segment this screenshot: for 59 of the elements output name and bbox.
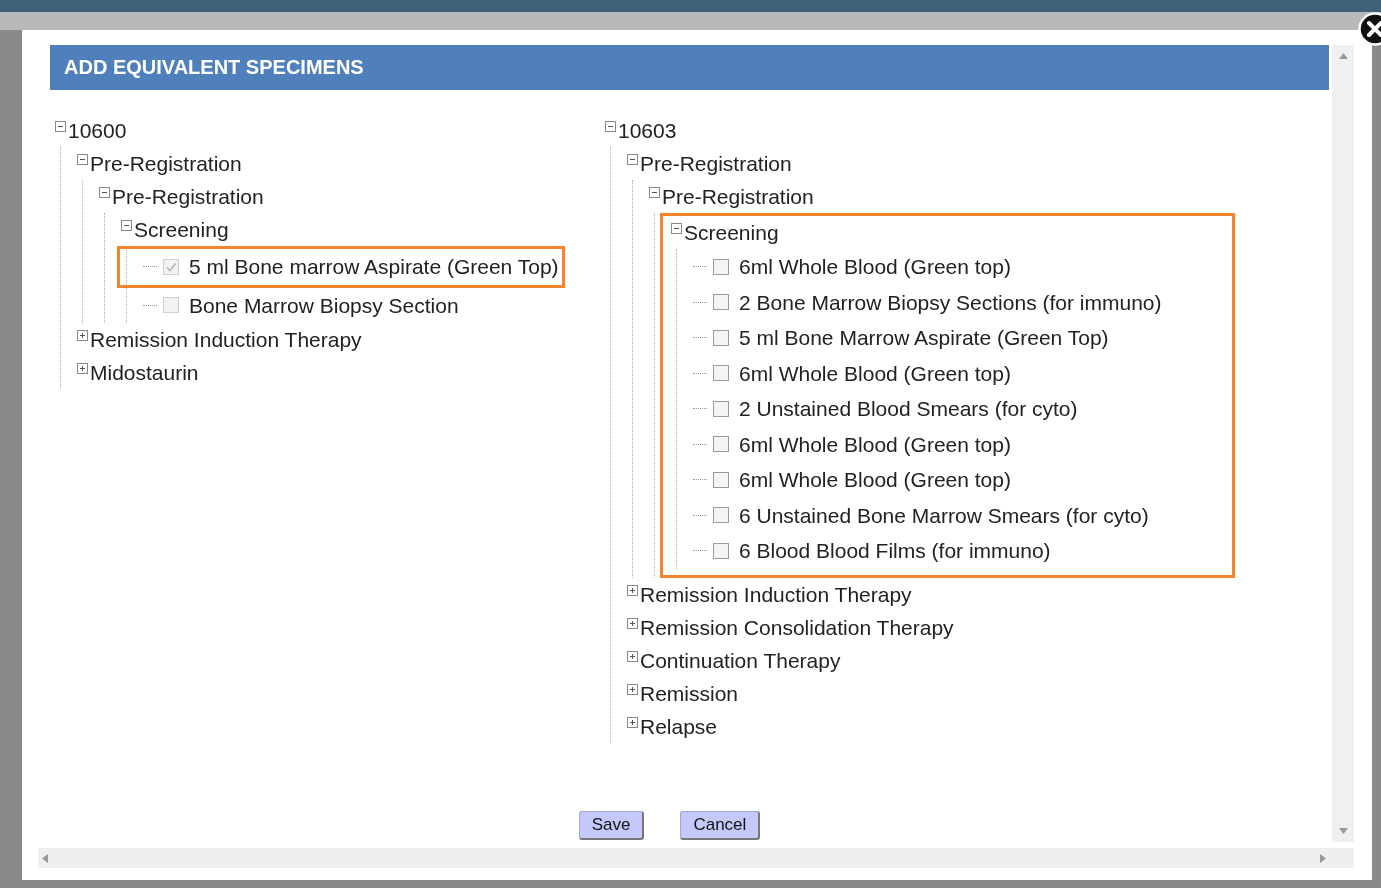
collapse-icon[interactable] xyxy=(649,187,660,198)
dialog-title: ADD EQUIVALENT SPECIMENS xyxy=(50,45,1329,90)
specimen-label: 6ml Whole Blood (Green top) xyxy=(739,256,1011,278)
specimen-label: 2 Unstained Blood Smears (for cyto) xyxy=(739,398,1078,420)
expand-icon[interactable] xyxy=(627,617,638,629)
checkbox[interactable] xyxy=(713,471,729,488)
specimen-label: 6ml Whole Blood (Green top) xyxy=(739,469,1011,491)
checkbox[interactable] xyxy=(713,507,729,524)
tree-node-label[interactable]: Continuation Therapy xyxy=(640,649,841,671)
collapse-icon[interactable] xyxy=(671,223,682,234)
tree-node-label[interactable]: Midostaurin xyxy=(90,362,199,383)
checkbox[interactable] xyxy=(713,400,729,417)
tree-node-label[interactable]: Remission Consolidation Therapy xyxy=(640,616,954,638)
tree-node-label[interactable]: Pre-Registration xyxy=(662,186,814,207)
checkbox[interactable] xyxy=(713,542,729,559)
cancel-button[interactable]: Cancel xyxy=(680,811,761,840)
specimen-label: 6 Blood Blood Films (for immuno) xyxy=(739,540,1051,562)
collapse-icon[interactable] xyxy=(99,187,110,198)
expand-icon[interactable] xyxy=(627,683,638,695)
tree-node-label[interactable]: Remission Induction Therapy xyxy=(640,583,912,605)
tree-node-label[interactable]: Remission Induction Therapy xyxy=(90,329,362,350)
expand-icon[interactable] xyxy=(77,330,88,341)
expand-icon[interactable] xyxy=(627,584,638,596)
collapse-icon[interactable] xyxy=(627,154,638,165)
tree-node-label[interactable]: Pre-Registration xyxy=(112,186,264,207)
tree-node-label[interactable]: Pre-Registration xyxy=(90,153,242,174)
tree-node-label[interactable]: 10600 xyxy=(68,120,127,141)
tree-node-label[interactable]: Remission xyxy=(640,682,739,704)
scroll-left-icon[interactable] xyxy=(42,853,48,863)
specimen-label: 6 Unstained Bone Marrow Smears (for cyto) xyxy=(739,504,1149,526)
checkbox[interactable] xyxy=(713,258,729,275)
specimen-label: Bone Marrow Biopsy Section xyxy=(189,294,459,316)
collapse-icon[interactable] xyxy=(77,154,88,165)
save-button[interactable]: Save xyxy=(578,811,645,840)
expand-icon[interactable] xyxy=(77,363,88,374)
scroll-right-icon[interactable] xyxy=(1320,853,1326,863)
specimen-label: 6ml Whole Blood (Green top) xyxy=(739,433,1011,455)
scroll-up-icon[interactable] xyxy=(1338,53,1348,59)
specimen-label: 5 ml Bone marrow Aspirate (Green Top) xyxy=(189,256,559,278)
collapse-icon[interactable] xyxy=(55,121,66,132)
checkbox[interactable] xyxy=(713,436,729,453)
tree-node-label[interactable]: 10603 xyxy=(618,120,677,141)
tree-node-label[interactable]: Screening xyxy=(134,219,229,240)
tree-node-label[interactable]: Pre-Registration xyxy=(640,153,792,174)
tree-node-label[interactable]: Relapse xyxy=(640,715,718,737)
tree-node-label[interactable]: Screening xyxy=(684,222,779,243)
collapse-icon[interactable] xyxy=(605,121,616,132)
horizontal-scrollbar[interactable] xyxy=(38,848,1354,868)
checkbox[interactable] xyxy=(713,329,729,346)
collapse-icon[interactable] xyxy=(121,220,132,231)
scroll-down-icon[interactable] xyxy=(1338,828,1348,834)
specimen-label: 2 Bone Marrow Biopsy Sections (for immuno) xyxy=(739,291,1162,313)
expand-icon[interactable] xyxy=(627,650,638,662)
checkbox[interactable] xyxy=(713,294,729,311)
expand-icon[interactable] xyxy=(627,716,638,728)
vertical-scrollbar[interactable] xyxy=(1332,45,1354,842)
specimen-label: 5 ml Bone Marrow Aspirate (Green Top) xyxy=(739,327,1109,349)
specimen-label: 6ml Whole Blood (Green top) xyxy=(739,362,1011,384)
checkbox[interactable] xyxy=(713,365,729,382)
